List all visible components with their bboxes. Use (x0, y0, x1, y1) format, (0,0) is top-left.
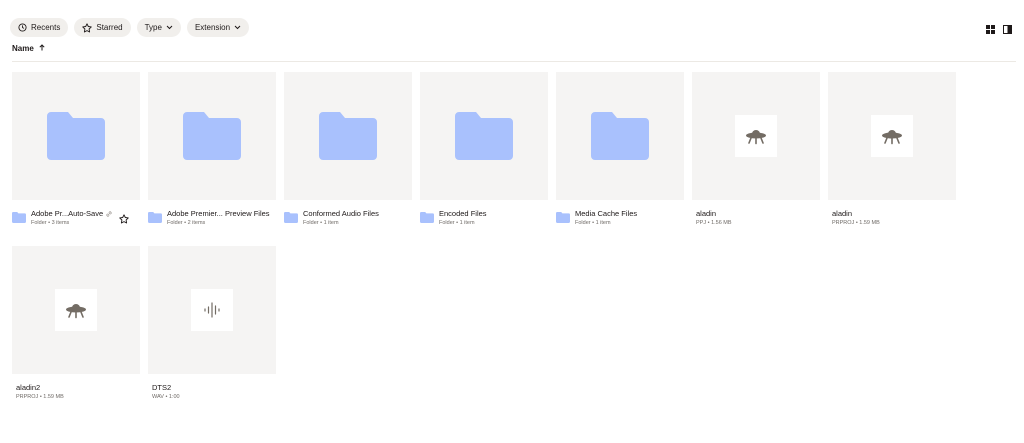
file-card[interactable]: aladin2 PRPROJ • 1.59 MB (12, 246, 140, 419)
folder-thumbnail (556, 72, 684, 200)
filter-bar: Recents Starred Type Extension (10, 18, 250, 37)
sort-by-name-button[interactable]: Name (12, 44, 34, 53)
folder-icon (148, 212, 162, 223)
file-thumbnail (828, 72, 956, 200)
folder-icon (455, 112, 513, 160)
file-card[interactable]: Adobe Pr...Auto-Save Folder • 3 items (12, 72, 140, 245)
file-name: DTS2 (152, 383, 172, 392)
type-filter-label: Type (144, 23, 162, 32)
file-details: PRPROJ • 1.59 MB (16, 394, 64, 400)
view-toggle-group (986, 21, 1012, 39)
folder-icon (556, 212, 570, 223)
file-details: PRPROJ • 1.59 MB (832, 220, 880, 226)
file-meta: Conformed Audio Files Folder • 1 item (284, 209, 412, 245)
file-meta: Adobe Premier... Preview Files Folder • … (148, 209, 276, 245)
type-filter-dropdown[interactable]: Type (136, 18, 181, 37)
file-type-tile (735, 115, 777, 157)
file-name: aladin (696, 209, 717, 218)
chevron-down-icon (234, 25, 241, 30)
side-panel-icon[interactable] (1003, 21, 1012, 39)
file-details: Folder • 1 item (439, 220, 475, 226)
file-name: Adobe Premier... Preview Files (167, 209, 270, 218)
ufo-icon (66, 304, 86, 319)
file-thumbnail (12, 246, 140, 374)
file-meta: Adobe Pr...Auto-Save Folder • 3 items (12, 209, 140, 245)
grid-view-icon[interactable] (986, 21, 995, 39)
star-icon[interactable] (119, 214, 129, 224)
file-card[interactable]: DTS2 WAV • 1:00 (148, 246, 276, 419)
file-card[interactable]: aladin PPJ • 1.56 MB (692, 72, 820, 245)
file-card[interactable]: Media Cache Files Folder • 1 item (556, 72, 684, 245)
recents-filter-label: Recents (31, 23, 61, 32)
file-card[interactable]: Conformed Audio Files Folder • 1 item (284, 72, 412, 245)
folder-thumbnail (284, 72, 412, 200)
file-meta: Media Cache Files Folder • 1 item (556, 209, 684, 245)
ufo-icon (882, 130, 902, 145)
starred-filter-chip[interactable]: Starred (74, 18, 131, 37)
file-name: aladin (832, 209, 853, 218)
file-name: Encoded Files (439, 209, 487, 218)
extension-filter-label: Extension (194, 23, 231, 32)
folder-icon (319, 112, 377, 160)
file-meta: aladin PPJ • 1.56 MB (692, 209, 820, 245)
file-thumbnail (148, 246, 276, 374)
file-meta: Encoded Files Folder • 1 item (420, 209, 548, 245)
file-name: aladin2 (16, 383, 41, 392)
starred-filter-label: Starred (96, 23, 123, 32)
folder-thumbnail (12, 72, 140, 200)
file-details: PPJ • 1.56 MB (696, 220, 732, 226)
sort-header: Name (12, 44, 1016, 62)
clock-icon (18, 23, 27, 32)
file-type-tile (871, 115, 913, 157)
star-icon (82, 22, 93, 32)
file-meta: aladin2 PRPROJ • 1.59 MB (12, 383, 140, 419)
file-meta: DTS2 WAV • 1:00 (148, 383, 276, 419)
file-details: WAV • 1:00 (152, 394, 180, 400)
file-card[interactable]: Encoded Files Folder • 1 item (420, 72, 548, 245)
folder-icon (284, 212, 298, 223)
extension-filter-dropdown[interactable]: Extension (186, 18, 250, 37)
audio-waveform-icon (204, 302, 220, 318)
chevron-down-icon (166, 25, 173, 30)
folder-icon (12, 212, 26, 223)
file-card[interactable]: Adobe Premier... Preview Files Folder • … (148, 72, 276, 245)
file-meta: aladin PRPROJ • 1.59 MB (828, 209, 956, 245)
file-details: Folder • 2 items (167, 220, 206, 226)
file-details: Folder • 1 item (575, 220, 611, 226)
file-card[interactable]: aladin PRPROJ • 1.59 MB (828, 72, 956, 245)
file-details: Folder • 3 items (31, 220, 70, 226)
link-icon (106, 211, 112, 217)
folder-icon (47, 112, 105, 160)
folder-icon (591, 112, 649, 160)
ufo-icon (746, 130, 766, 145)
folder-icon (183, 112, 241, 160)
file-name: Media Cache Files (575, 209, 638, 218)
file-thumbnail (692, 72, 820, 200)
folder-thumbnail (420, 72, 548, 200)
file-name: Conformed Audio Files (303, 209, 379, 218)
file-type-tile (191, 289, 233, 331)
recents-filter-chip[interactable]: Recents (10, 18, 69, 37)
folder-icon (420, 212, 434, 223)
file-details: Folder • 1 item (303, 220, 339, 226)
file-name: Adobe Pr...Auto-Save (31, 209, 104, 218)
folder-thumbnail (148, 72, 276, 200)
file-type-tile (55, 289, 97, 331)
arrow-up-icon[interactable] (39, 44, 45, 51)
